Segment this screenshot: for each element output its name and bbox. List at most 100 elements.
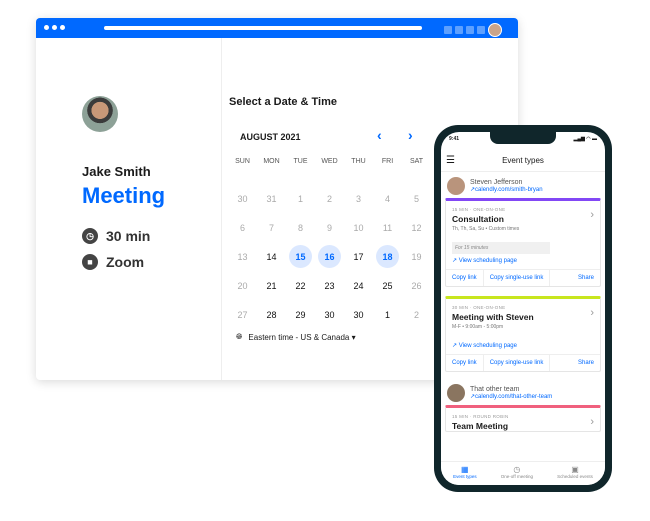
header-title: Event types bbox=[502, 156, 544, 165]
calendar-day[interactable]: 14 bbox=[257, 242, 286, 271]
copy-link-button[interactable]: Copy link bbox=[446, 270, 484, 286]
status-bar: 9:41 ▂▄▆ ◠ ▬ bbox=[449, 136, 597, 142]
host-avatar bbox=[82, 96, 118, 132]
chevron-right-icon[interactable]: › bbox=[590, 209, 594, 221]
calendar-day[interactable]: 23 bbox=[315, 271, 344, 300]
calendar-day: 2 bbox=[326, 193, 332, 204]
globe-icon: 🌐︎ bbox=[236, 332, 243, 341]
window-dots bbox=[44, 25, 65, 30]
calendar-title: Select a Date & Time bbox=[229, 96, 338, 108]
timezone-label: Eastern time - US & Canada ▾ bbox=[248, 332, 356, 342]
tab-scheduled-events[interactable]: ▣ Scheduled events bbox=[557, 465, 593, 485]
calendar-day[interactable]: 22 bbox=[286, 271, 315, 300]
calendar-day: 12 bbox=[411, 222, 422, 233]
user-link[interactable]: ↗calendly.com/smith-bryan bbox=[470, 186, 543, 193]
weekday-header: WED bbox=[321, 157, 338, 165]
duration-pill: For 15 minutes bbox=[452, 242, 550, 254]
copy-single-use-link-button[interactable]: Copy single-use link bbox=[484, 355, 551, 371]
prev-month-button[interactable]: ‹ bbox=[377, 127, 382, 143]
menu-icon[interactable]: ☰ bbox=[446, 150, 455, 172]
calendar-day: 13 bbox=[237, 251, 248, 262]
avatar[interactable] bbox=[488, 23, 502, 37]
calendar-day: 9 bbox=[326, 222, 332, 233]
calendar-day[interactable]: 18 bbox=[373, 242, 402, 271]
clock-plus-icon: ◷ bbox=[513, 465, 521, 474]
calendar-day: 26 bbox=[411, 280, 422, 291]
calendar-day: 27 bbox=[237, 309, 248, 320]
calendar-day: 5 bbox=[413, 193, 419, 204]
weekday-header: SUN bbox=[235, 157, 250, 165]
phone-screen: 9:41 ▂▄▆ ◠ ▬ ☰ Event types Steven Jefferso… bbox=[441, 132, 605, 485]
month-label: AUGUST 2021 bbox=[240, 132, 301, 142]
phone-mockup: 9:41 ▂▄▆ ◠ ▬ ☰ Event types Steven Jefferso… bbox=[434, 125, 612, 492]
calendar-day[interactable]: 30 bbox=[315, 300, 344, 329]
calendar-day[interactable]: 24 bbox=[344, 271, 373, 300]
chevron-right-icon[interactable]: › bbox=[590, 307, 594, 319]
calendar-day: 2 bbox=[413, 309, 419, 320]
calendar-day[interactable]: 1 bbox=[373, 300, 402, 329]
location-label: Zoom bbox=[106, 254, 145, 270]
browser-bar bbox=[36, 18, 518, 38]
team-name: That other team bbox=[470, 386, 520, 393]
event-card-team[interactable]: 15 MIN · ROUND ROBIN Team Meeting › bbox=[445, 405, 601, 432]
weekday-header: SAT bbox=[409, 157, 424, 165]
share-button[interactable]: Share bbox=[572, 270, 600, 286]
user-row: Steven Jefferson ↗calendly.com/smith-brya… bbox=[441, 177, 605, 195]
weekday-header: TUE bbox=[293, 157, 308, 165]
calendar-day[interactable]: 15 bbox=[286, 242, 315, 271]
calendar-day: 10 bbox=[353, 222, 364, 233]
event-info-panel: Jake Smith Meeting ◷ 30 min ■ Zoom bbox=[36, 38, 222, 380]
calendar-day: 3 bbox=[355, 193, 361, 204]
calendar-day[interactable]: 17 bbox=[344, 242, 373, 271]
view-scheduling-link[interactable]: ↗ View scheduling page bbox=[452, 342, 594, 349]
calendar-day[interactable]: 28 bbox=[257, 300, 286, 329]
copy-link-button[interactable]: Copy link bbox=[446, 355, 484, 371]
event-list: Steven Jefferson ↗calendly.com/smith-brya… bbox=[441, 177, 605, 432]
tab-event-types[interactable]: ▦ Event types bbox=[453, 465, 477, 485]
card-kicker: 30 MIN · ONE-ON-ONE bbox=[452, 305, 506, 310]
weekday-header: FRI bbox=[381, 157, 394, 165]
next-month-button[interactable]: › bbox=[408, 127, 413, 143]
weekday-header: MON bbox=[263, 157, 280, 165]
user-name: Steven Jefferson bbox=[470, 179, 523, 186]
event-card-consultation[interactable]: 15 MIN · ONE-ON-ONE Consultation Th, Th,… bbox=[445, 198, 601, 287]
address-bar[interactable] bbox=[104, 26, 422, 30]
weekday-header: THU bbox=[351, 157, 366, 165]
team-row: That other team ↗calendly.com/that-other-… bbox=[441, 384, 605, 402]
calendar-grid: SUN MON TUE WED THU FRI SAT 30 31 1 2 3 4 5 6 7 8 9 10 11 12… bbox=[228, 155, 431, 329]
calendar-day[interactable]: 16 bbox=[315, 242, 344, 271]
timezone-select[interactable]: 🌐︎ Eastern time - US & Canada ▾ bbox=[236, 332, 356, 342]
calendar-icon: ▣ bbox=[571, 465, 579, 474]
share-button[interactable]: Share bbox=[572, 355, 600, 371]
card-title: Meeting with Steven bbox=[452, 312, 534, 322]
view-scheduling-link[interactable]: ↗ View scheduling page bbox=[452, 257, 594, 264]
team-avatar bbox=[447, 384, 465, 402]
copy-single-use-link-button[interactable]: Copy single-use link bbox=[484, 270, 551, 286]
calendar-day[interactable]: 25 bbox=[373, 271, 402, 300]
event-card-meeting[interactable]: 30 MIN · ONE-ON-ONE Meeting with Steven … bbox=[445, 296, 601, 372]
app-header: ☰ Event types bbox=[441, 150, 605, 172]
calendar-day[interactable]: 30 bbox=[344, 300, 373, 329]
card-kicker: 15 MIN · ONE-ON-ONE bbox=[452, 207, 506, 212]
grid-icon: ▦ bbox=[461, 465, 469, 474]
video-camera-icon: ■ bbox=[82, 254, 98, 270]
calendar-day[interactable]: 21 bbox=[257, 271, 286, 300]
chevron-right-icon[interactable]: › bbox=[590, 416, 594, 428]
calendar-day: 1 bbox=[297, 193, 303, 204]
calendar-day: 8 bbox=[297, 222, 303, 233]
card-kicker: 15 MIN · ROUND ROBIN bbox=[452, 414, 509, 419]
team-link[interactable]: ↗calendly.com/that-other-team bbox=[470, 393, 552, 400]
clock-icon: ◷ bbox=[82, 228, 98, 244]
host-name: Jake Smith bbox=[82, 164, 151, 179]
calendar-day: 30 bbox=[237, 193, 248, 204]
calendar-day[interactable]: 29 bbox=[286, 300, 315, 329]
calendar-day: 4 bbox=[384, 193, 390, 204]
calendar-day: 6 bbox=[239, 222, 245, 233]
calendar-day: 19 bbox=[411, 251, 422, 262]
calendar-day: 31 bbox=[266, 193, 277, 204]
calendar-day: 11 bbox=[382, 222, 393, 233]
card-title: Team Meeting bbox=[452, 421, 509, 431]
card-subtitle: M-F • 9:00am - 5:00pm bbox=[452, 324, 504, 330]
tab-one-off-meeting[interactable]: ◷ One-off meeting bbox=[501, 465, 533, 485]
bottom-tab-bar: ▦ Event types ◷ One-off meeting ▣ Scheduled… bbox=[441, 461, 605, 485]
